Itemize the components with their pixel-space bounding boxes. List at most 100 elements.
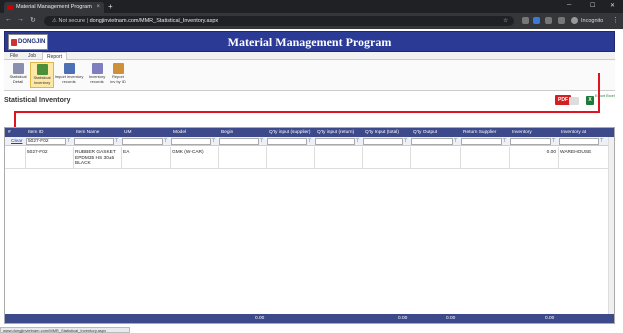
column-divider bbox=[73, 147, 74, 169]
cell-model: GMK (W-CAR) bbox=[172, 150, 204, 155]
filter-funnel-icon[interactable]: ⊤ bbox=[163, 138, 168, 145]
address-bar[interactable]: ⚠ Not secure | dongjinvietnam.com/MMR_St… bbox=[44, 16, 514, 26]
filter-funnel-icon[interactable]: ⊤ bbox=[307, 138, 312, 145]
col-qty-input-total: Q'ty Input (total) bbox=[365, 130, 399, 135]
menu-bar: File Job Report bbox=[4, 52, 615, 61]
annotation-line-horizontal bbox=[14, 111, 600, 113]
col-qty-input-supplier: Q'ty input (supplier) bbox=[269, 130, 311, 135]
extension-3-icon[interactable] bbox=[545, 17, 552, 24]
cell-item-name: RUBBER GASKET EPDM35 HS 30±5 BLACK bbox=[75, 150, 116, 166]
column-divider bbox=[314, 147, 315, 169]
filter-funnel-icon[interactable]: ⊤ bbox=[66, 138, 71, 145]
filter-funnel-icon[interactable]: ⊤ bbox=[211, 138, 216, 145]
cell-um: EA bbox=[123, 150, 130, 155]
grid-vertical-scrollbar[interactable] bbox=[608, 137, 614, 323]
filter-funnel-icon[interactable]: ⊤ bbox=[551, 138, 556, 145]
total-inventory: 0.00 bbox=[545, 316, 555, 321]
browser-menu-icon[interactable]: ⋮ bbox=[612, 16, 619, 24]
col-begin: Begin bbox=[221, 130, 234, 135]
incognito-label: Incognito bbox=[581, 18, 604, 24]
filter-begin-input[interactable] bbox=[219, 138, 259, 145]
inventory-records-button[interactable]: Inventory records bbox=[85, 62, 109, 88]
total-qty-output: 0.00 bbox=[446, 316, 456, 321]
filter-funnel-icon[interactable]: ⊤ bbox=[403, 138, 408, 145]
ribbon-toolbar: Statistical Detail Statistical Inventory… bbox=[4, 60, 615, 91]
extension-icon[interactable] bbox=[522, 17, 529, 24]
filter-inventory-input[interactable] bbox=[510, 138, 551, 145]
filter-funnel-icon[interactable]: ⊤ bbox=[453, 138, 458, 145]
menu-job[interactable]: Job bbox=[24, 52, 40, 60]
inventory-grid: # Item ID Item Name UM Model Begin Q'ty … bbox=[4, 127, 615, 324]
back-icon[interactable]: ← bbox=[5, 16, 12, 23]
column-divider bbox=[218, 147, 219, 169]
table-row[interactable]: 5027-F02 RUBBER GASKET EPDM35 HS 30±5 BL… bbox=[5, 147, 614, 169]
app-title: Material Management Program bbox=[227, 35, 392, 49]
filter-qty-output-input[interactable] bbox=[411, 138, 453, 145]
grid-header-row: # Item ID Item Name UM Model Begin Q'ty … bbox=[5, 128, 614, 137]
bookmark-star-icon[interactable]: ☆ bbox=[503, 16, 508, 26]
maximize-icon[interactable]: ☐ bbox=[590, 2, 595, 9]
filter-qty-input-supplier-input[interactable] bbox=[267, 138, 307, 145]
section-title: Statistical Inventory bbox=[4, 97, 71, 104]
filter-item-id-input[interactable]: 5027-F02 bbox=[26, 138, 66, 145]
column-divider bbox=[170, 147, 171, 169]
col-inventory-at: Inventory at bbox=[561, 130, 587, 135]
reload-icon[interactable]: ↻ bbox=[30, 16, 36, 24]
report-icon bbox=[12, 63, 24, 74]
column-divider bbox=[362, 147, 363, 169]
browser-tab-strip: Material Management Program × + ─ ☐ ✕ bbox=[0, 0, 623, 13]
column-divider bbox=[558, 147, 559, 169]
clear-filter-link[interactable]: Clear bbox=[11, 139, 22, 144]
cell-inventory: 0.00 bbox=[546, 150, 556, 155]
filter-funnel-icon[interactable]: ⊤ bbox=[599, 138, 604, 145]
filter-item-name-input[interactable] bbox=[74, 138, 114, 145]
import-icon bbox=[63, 63, 75, 74]
import-inventory-records-button[interactable]: Import inventory records bbox=[54, 62, 84, 88]
forward-icon[interactable]: → bbox=[17, 16, 24, 23]
filter-qty-input-return-input[interactable] bbox=[315, 138, 355, 145]
browser-tab[interactable]: Material Management Program × bbox=[4, 2, 104, 13]
filter-return-supplier-input[interactable] bbox=[461, 138, 502, 145]
site-favicon-icon bbox=[7, 5, 13, 10]
new-tab-button[interactable]: + bbox=[108, 2, 113, 12]
statistical-detail-button[interactable]: Statistical Detail bbox=[6, 62, 30, 88]
menu-file[interactable]: File bbox=[6, 52, 22, 60]
pdf-preview-icon bbox=[569, 97, 579, 105]
export-excel-icon[interactable]: X bbox=[586, 96, 594, 105]
security-label: Not secure bbox=[58, 18, 86, 24]
statistical-inventory-button[interactable]: Statistical Inventory bbox=[30, 62, 54, 88]
column-divider bbox=[266, 147, 267, 169]
col-index: # bbox=[8, 130, 11, 135]
filter-funnel-icon[interactable]: ⊤ bbox=[259, 138, 264, 145]
column-divider bbox=[121, 147, 122, 169]
inventory-icon bbox=[36, 64, 48, 75]
col-model: Model bbox=[173, 130, 187, 135]
filter-funnel-icon[interactable]: ⊤ bbox=[355, 138, 360, 145]
report-id-icon bbox=[112, 63, 124, 74]
filter-funnel-icon[interactable]: ⊤ bbox=[502, 138, 507, 145]
url-separator: | bbox=[86, 18, 89, 24]
col-um: UM bbox=[124, 130, 132, 135]
filter-qty-input-total-input[interactable] bbox=[363, 138, 403, 145]
column-divider bbox=[509, 147, 510, 169]
annotation-line-vertical bbox=[598, 91, 600, 113]
extension-2-icon[interactable] bbox=[533, 17, 540, 24]
window-close-icon[interactable]: ✕ bbox=[610, 2, 615, 9]
records-icon bbox=[91, 63, 103, 74]
annotation-arrow-line bbox=[598, 73, 600, 93]
url-text: dongjinvietnam.com/MMR_Statistical_Inven… bbox=[89, 18, 219, 24]
filter-model-input[interactable] bbox=[171, 138, 211, 145]
col-qty-output: Q'ty Output bbox=[413, 130, 438, 135]
filter-funnel-icon[interactable]: ⊤ bbox=[114, 138, 119, 145]
report-inv-by-id-button[interactable]: Report inv by ID bbox=[109, 62, 127, 88]
col-item-name: Item Name bbox=[76, 130, 100, 135]
col-return-supplier: Return Supplier bbox=[463, 130, 497, 135]
filter-inventory-at-input[interactable] bbox=[559, 138, 599, 145]
profile-avatar[interactable] bbox=[571, 17, 578, 24]
extensions-puzzle-icon[interactable] bbox=[558, 17, 565, 24]
tab-title: Material Management Program bbox=[16, 4, 92, 10]
minimize-icon[interactable]: ─ bbox=[567, 2, 571, 8]
filter-um-input[interactable] bbox=[122, 138, 163, 145]
address-toolbar: ← → ↻ ⚠ Not secure | dongjinvietnam.com/… bbox=[0, 13, 623, 29]
close-tab-icon[interactable]: × bbox=[96, 2, 100, 13]
